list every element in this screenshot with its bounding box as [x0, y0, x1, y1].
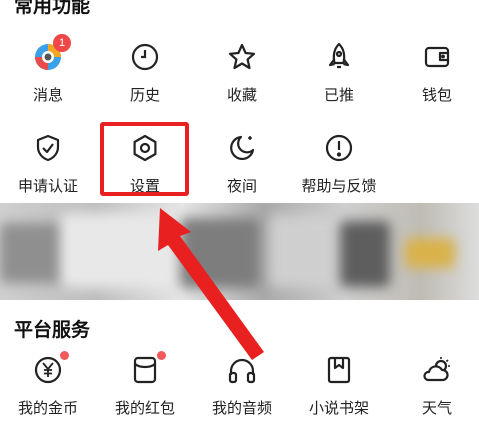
- annotation-arrow: [158, 208, 264, 360]
